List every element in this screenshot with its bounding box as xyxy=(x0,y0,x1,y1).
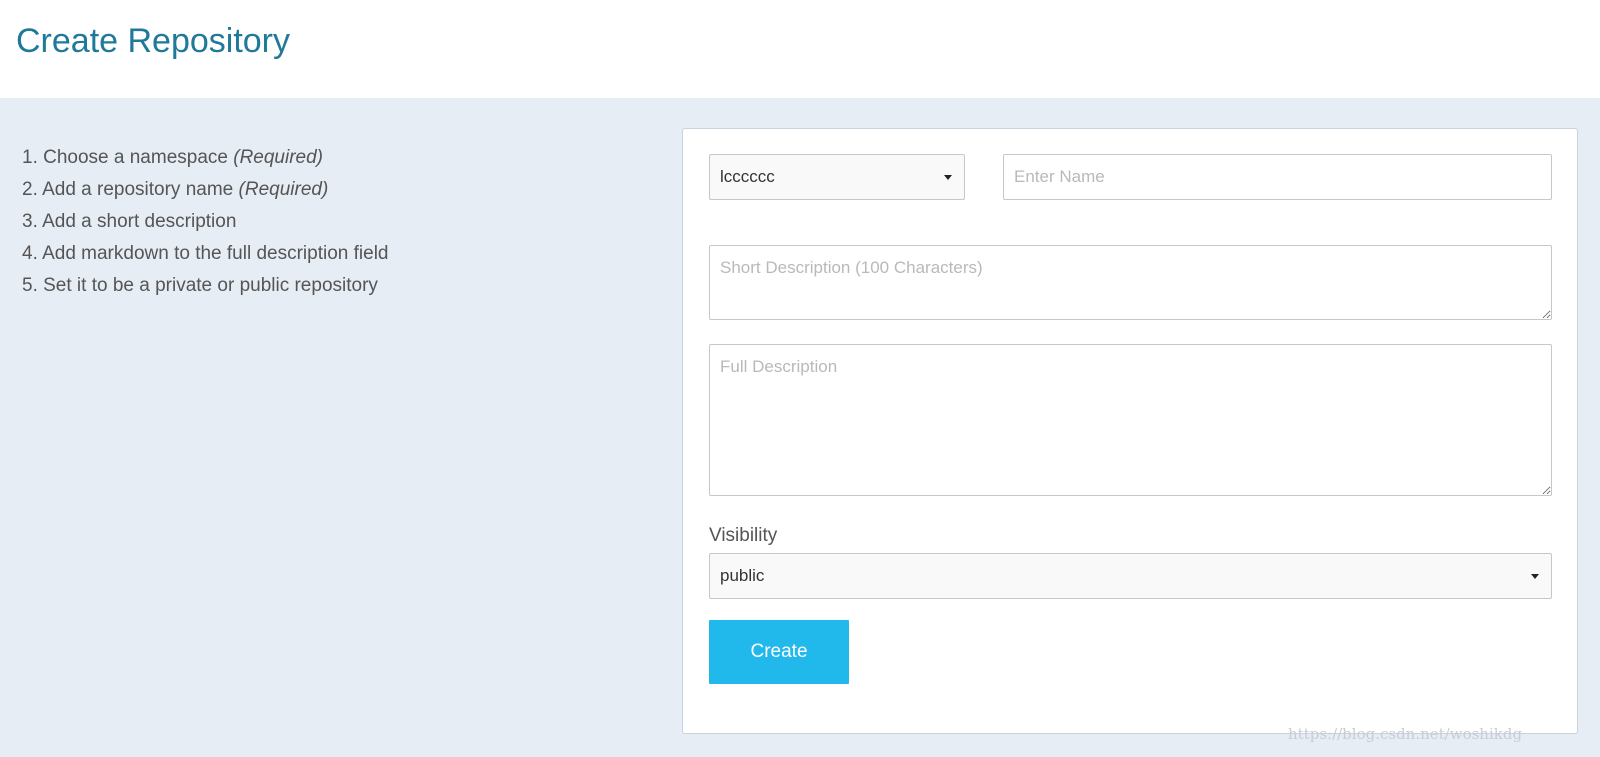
caret-down-icon xyxy=(1531,574,1539,579)
step-required-note: (Required) xyxy=(238,179,329,200)
namespace-select[interactable]: lcccccc xyxy=(709,154,965,200)
instruction-list: 1. Choose a namespace (Required) 2. Add … xyxy=(22,142,388,302)
instruction-step: 5. Set it to be a private or public repo… xyxy=(22,270,388,302)
step-text: 1. Choose a namespace xyxy=(22,147,234,168)
name-input[interactable] xyxy=(1003,154,1552,200)
instruction-step: 3. Add a short description xyxy=(22,206,388,238)
visibility-label: Visibility xyxy=(709,525,778,546)
create-button[interactable]: Create xyxy=(709,620,849,684)
watermark: https://blog.csdn.net/woshikdg xyxy=(1288,725,1523,743)
create-repository-form: lcccccc Visibility public Create xyxy=(682,128,1578,734)
step-text: 5. Set it to be a private or public repo… xyxy=(22,275,378,296)
full-description-textarea[interactable] xyxy=(709,344,1552,496)
visibility-select[interactable]: public xyxy=(709,553,1552,599)
instruction-step: 4. Add markdown to the full description … xyxy=(22,238,388,270)
namespace-value: lcccccc xyxy=(720,167,775,186)
short-description-textarea[interactable] xyxy=(709,245,1552,320)
step-required-note: (Required) xyxy=(233,147,324,168)
page-header: Create Repository xyxy=(0,0,1600,98)
instruction-step: 2. Add a repository name (Required) xyxy=(22,174,388,206)
step-text: 2. Add a repository name xyxy=(22,179,239,200)
instruction-step: 1. Choose a namespace (Required) xyxy=(22,142,388,174)
visibility-value: public xyxy=(720,566,765,585)
step-text: 4. Add markdown to the full description … xyxy=(22,243,389,264)
step-text: 3. Add a short description xyxy=(22,211,237,232)
caret-down-icon xyxy=(944,175,952,180)
page-title: Create Repository xyxy=(16,22,291,60)
